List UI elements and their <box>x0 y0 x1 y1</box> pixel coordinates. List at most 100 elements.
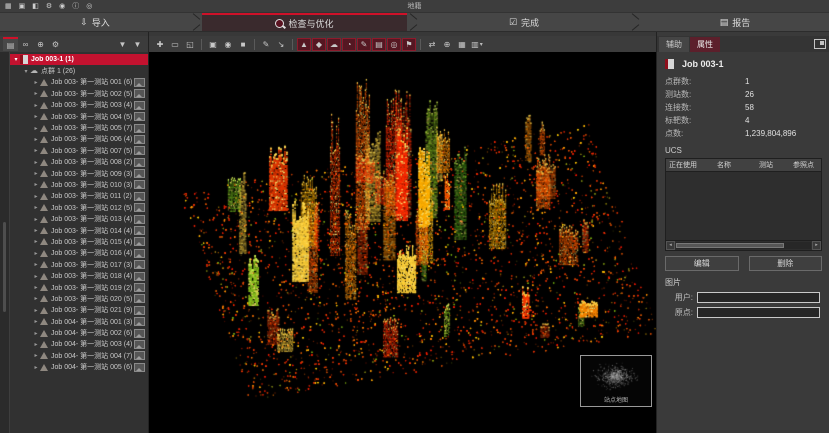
expand-arrow[interactable]: ▾ <box>12 56 20 63</box>
show-targets-icon[interactable]: ◔ <box>342 38 356 51</box>
expand-arrow[interactable]: ▸ <box>32 250 40 257</box>
camera-view-icon[interactable]: ▣ <box>206 38 220 51</box>
tree-item-station[interactable]: ▸Job 003- 第一测站 005 (7) <box>10 122 148 133</box>
display-mode-icon[interactable]: ▥▾ <box>470 38 484 51</box>
image-thumbnail-icon[interactable] <box>134 329 145 338</box>
scroll-right-icon[interactable]: ▸ <box>812 241 821 250</box>
image-thumbnail-icon[interactable] <box>134 340 145 349</box>
image-thumbnail-icon[interactable] <box>134 249 145 258</box>
axes-icon[interactable]: ⊕ <box>440 38 454 51</box>
delete-button[interactable]: 删除 <box>749 256 823 271</box>
image-thumbnail-icon[interactable] <box>134 169 145 178</box>
tree-item-station[interactable]: ▸Job 004- 第一测站 003 (4) <box>10 339 148 350</box>
expand-arrow[interactable]: ▸ <box>32 227 40 234</box>
image-thumbnail-icon[interactable] <box>134 124 145 133</box>
project-tree-icon[interactable]: ▤ <box>3 37 18 51</box>
ucs-column-header[interactable]: 测站 <box>756 160 790 170</box>
measure-icon[interactable]: ✎ <box>259 38 273 51</box>
expand-arrow[interactable]: ▸ <box>32 113 40 120</box>
image-thumbnail-icon[interactable] <box>134 363 145 372</box>
tree-item-station[interactable]: ▸Job 003- 第一测站 019 (2) <box>10 282 148 293</box>
expand-arrow[interactable]: ▸ <box>32 193 40 200</box>
expand-arrow[interactable]: ▸ <box>32 341 40 348</box>
pick-point-icon[interactable]: ↘ <box>274 38 288 51</box>
image-thumbnail-icon[interactable] <box>134 146 145 155</box>
tree-item-station[interactable]: ▸Job 003- 第一测站 020 (5) <box>10 293 148 304</box>
tree-scrollbar-thumb[interactable] <box>3 222 6 312</box>
expand-arrow[interactable]: ▸ <box>32 295 40 302</box>
crop-tool-icon[interactable]: ▭ <box>168 38 182 51</box>
tree-item-station[interactable]: ▸Job 003- 第一测站 009 (3) <box>10 168 148 179</box>
image-thumbnail-icon[interactable] <box>134 272 145 281</box>
image-thumbnail-icon[interactable] <box>134 192 145 201</box>
image-thumbnail-icon[interactable] <box>134 135 145 144</box>
expand-arrow[interactable]: ▸ <box>32 238 40 245</box>
tree-item-station[interactable]: ▸Job 003- 第一测站 016 (4) <box>10 248 148 259</box>
save-icon[interactable]: ▣ <box>19 3 26 10</box>
tree-item-station[interactable]: ▸Job 003- 第一测站 004 (5) <box>10 111 148 122</box>
expand-arrow[interactable]: ▸ <box>32 261 40 268</box>
image-thumbnail-icon[interactable] <box>134 158 145 167</box>
link-stations-icon[interactable]: ⇄ <box>425 38 439 51</box>
image-thumbnail-icon[interactable] <box>134 203 145 212</box>
tree-item-station[interactable]: ▸Job 003- 第一测站 007 (5) <box>10 145 148 156</box>
tab-properties[interactable]: 属性 <box>690 37 720 52</box>
image-thumbnail-icon[interactable] <box>134 260 145 269</box>
tree-item-station[interactable]: ▸Job 003- 第一测站 008 (2) <box>10 157 148 168</box>
screenshot-icon[interactable]: ◉ <box>59 3 65 10</box>
filter-stations-icon[interactable]: ▼ <box>115 37 130 51</box>
expand-arrow[interactable]: ▾ <box>22 68 30 75</box>
tree-item-station[interactable]: ▸Job 004- 第一测站 001 (3) <box>10 316 148 327</box>
scrollbar-thumb[interactable] <box>676 243 784 248</box>
step-import[interactable]: ⇩导入 <box>0 13 190 31</box>
image-thumbnail-icon[interactable] <box>134 180 145 189</box>
tree-item-station[interactable]: ▸Job 003- 第一测站 010 (3) <box>10 179 148 190</box>
expand-arrow[interactable]: ▸ <box>32 90 40 97</box>
image-thumbnail-icon[interactable] <box>134 306 145 315</box>
pan-tool-icon[interactable]: ✚ <box>153 38 167 51</box>
settings-icon[interactable]: ⚙ <box>46 3 52 10</box>
expand-arrow[interactable]: ▸ <box>32 364 40 371</box>
filter-images-icon[interactable]: ▼ <box>130 37 145 51</box>
image-thumbnail-icon[interactable] <box>134 101 145 110</box>
edit-button[interactable]: 编辑 <box>665 256 739 271</box>
spheres-view-icon[interactable]: ◉ <box>221 38 235 51</box>
tree-item-station[interactable]: ▸Job 003- 第一测站 015 (4) <box>10 236 148 247</box>
image-thumbnail-icon[interactable] <box>134 317 145 326</box>
image-thumbnail-icon[interactable] <box>134 294 145 303</box>
expand-arrow[interactable]: ▸ <box>32 352 40 359</box>
expand-arrow[interactable]: ▸ <box>32 102 40 109</box>
tree-item-station[interactable]: ▸Job 003- 第一测站 011 (2) <box>10 191 148 202</box>
expand-arrow[interactable]: ▸ <box>32 307 40 314</box>
scrollbar-track[interactable] <box>676 242 811 249</box>
expand-arrow[interactable]: ▸ <box>32 125 40 132</box>
show-tags-icon[interactable]: ◆ <box>312 38 326 51</box>
image-thumbnail-icon[interactable] <box>134 215 145 224</box>
tree-item-job-root[interactable]: ▾Job 003-1 (1) <box>10 54 148 65</box>
info-icon[interactable]: ⓘ <box>72 3 79 10</box>
expand-arrow[interactable]: ▸ <box>32 181 40 188</box>
ucs-column-header[interactable]: 正在使用 <box>666 160 714 170</box>
expand-arrow[interactable]: ▸ <box>32 330 40 337</box>
tree-item-station[interactable]: ▸Job 003- 第一测站 017 (3) <box>10 259 148 270</box>
show-stations-icon[interactable]: ▲ <box>297 38 311 51</box>
expand-arrow[interactable]: ▸ <box>32 170 40 177</box>
expand-arrow[interactable]: ▸ <box>32 136 40 143</box>
expand-arrow[interactable]: ▸ <box>32 147 40 154</box>
dropdown-caret-icon[interactable]: ▾ <box>480 41 483 48</box>
tree-item-pointcloud-group[interactable]: ▾☁点群 1 (26) <box>10 65 148 76</box>
tree-item-station[interactable]: ▸Job 003- 第一测站 012 (5) <box>10 202 148 213</box>
tree-item-station[interactable]: ▸Job 003- 第一测站 013 (4) <box>10 213 148 224</box>
tree-item-station[interactable]: ▸Job 003- 第一测站 002 (5) <box>10 88 148 99</box>
ucs-column-header[interactable]: 名称 <box>714 160 756 170</box>
step-report[interactable]: ▤报告 <box>641 13 829 31</box>
tree-item-station[interactable]: ▸Job 003- 第一测站 003 (4) <box>10 100 148 111</box>
image-thumbnail-icon[interactable] <box>134 89 145 98</box>
step-finish[interactable]: ☑完成 <box>419 13 629 31</box>
show-clouds-icon[interactable]: ☁ <box>327 38 341 51</box>
image-thumbnail-icon[interactable] <box>134 237 145 246</box>
ucs-column-header[interactable]: 参照点 <box>790 160 821 170</box>
zoom-window-icon[interactable]: ◱ <box>183 38 197 51</box>
show-pins-icon[interactable]: ◎ <box>387 38 401 51</box>
app-icon[interactable]: ▦ <box>5 3 12 10</box>
